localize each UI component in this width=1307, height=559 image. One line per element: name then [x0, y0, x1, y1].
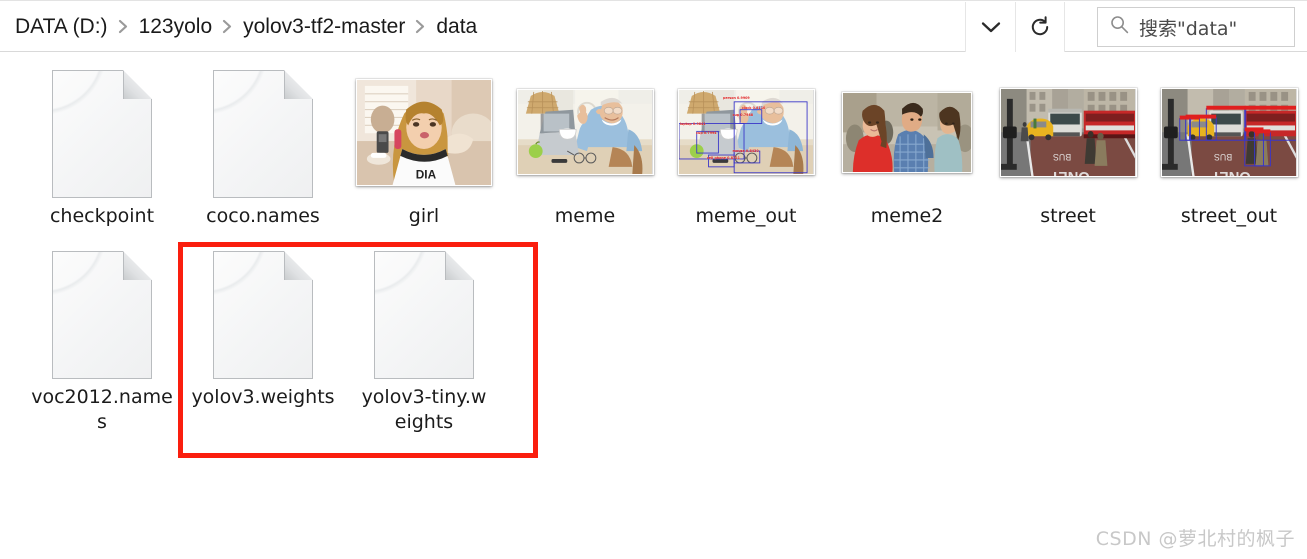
icon-wrap	[374, 247, 475, 379]
file-item-coco-names[interactable]: coco.names	[183, 66, 343, 229]
search-icon	[1110, 15, 1129, 39]
address-bar: DATA (D:) 123yolo yolov3-tf2-master data	[0, 0, 1307, 52]
thumb-wrap: BUS ONLY	[1160, 66, 1298, 198]
blank-document-icon	[374, 250, 475, 379]
photo-thumbnail-meme-out: person 0.9909 clock 0.8110 cup 0.7988 la…	[677, 89, 815, 175]
file-item-street-out[interactable]: BUS ONLY street_out	[1149, 66, 1307, 229]
photo-thumbnail-meme2	[842, 91, 972, 173]
photo-thumbnail-street: BUS ONLY	[999, 87, 1137, 177]
file-label: meme_out	[695, 205, 797, 227]
breadcrumb-item-123yolo[interactable]: 123yolo	[132, 14, 220, 39]
detection-label: cup 0.7994	[696, 131, 717, 136]
svg-text:ONLY: ONLY	[1210, 167, 1250, 176]
thumb-wrap: DIA	[356, 66, 492, 198]
svg-text:ONLY: ONLY	[1049, 167, 1089, 176]
svg-text:BUS: BUS	[1213, 152, 1231, 162]
icon-wrap	[52, 66, 153, 198]
breadcrumb-item-yolov3-tf2-master[interactable]: yolov3-tf2-master	[236, 14, 412, 39]
file-item-yolov3-tiny-weights[interactable]: yolov3-tiny.weights	[344, 247, 504, 435]
file-label: street_out	[1180, 205, 1278, 227]
file-item-voc2012-names[interactable]: voc2012.names	[22, 247, 182, 435]
file-label: yolov3-tiny.weights	[361, 386, 487, 433]
icon-wrap	[213, 66, 314, 198]
chevron-right-icon[interactable]	[412, 19, 429, 34]
blank-document-icon	[213, 250, 314, 379]
detection-label: clock 0.8110	[741, 105, 766, 110]
file-item-meme[interactable]: meme	[505, 66, 665, 229]
blank-document-icon	[52, 69, 153, 198]
watermark: CSDN @萝北村的枫子	[1095, 528, 1295, 550]
chevron-right-icon[interactable]	[219, 19, 236, 34]
detection-label: cell phone 0.8721	[706, 155, 740, 160]
file-grid: checkpoint coco.names DIA girl meme pers…	[0, 52, 1307, 512]
chevron-down-icon	[981, 21, 1001, 34]
thumb-wrap	[516, 66, 654, 198]
photo-thumbnail-street-out: BUS ONLY	[1160, 87, 1298, 177]
blank-document-icon	[52, 250, 153, 379]
file-item-meme2[interactable]: meme2	[827, 66, 987, 229]
file-explorer-window: DATA (D:) 123yolo yolov3-tf2-master data	[0, 0, 1307, 559]
file-label: girl	[408, 205, 440, 227]
detection-label: mouse 0.8430	[732, 148, 759, 153]
icon-wrap	[213, 247, 314, 379]
thumb-wrap: person 0.9909 clock 0.8110 cup 0.7988 la…	[677, 66, 815, 198]
svg-text:BUS: BUS	[1052, 152, 1070, 162]
file-item-street[interactable]: BUS ONLY street	[988, 66, 1148, 229]
refresh-button[interactable]	[1015, 2, 1065, 52]
photo-thumbnail-meme	[516, 89, 654, 175]
svg-text:DIA: DIA	[416, 167, 437, 181]
file-label: yolov3.weights	[191, 386, 335, 408]
detection-label: laptop 0.9841	[679, 121, 706, 126]
breadcrumb-item-drive[interactable]: DATA (D:)	[8, 14, 115, 39]
file-label: checkpoint	[49, 205, 155, 227]
thumb-wrap: BUS ONLY	[999, 66, 1137, 198]
icon-wrap	[52, 247, 153, 379]
file-label: meme	[554, 205, 616, 227]
search-input[interactable]: 搜索"data"	[1097, 7, 1295, 47]
file-item-girl[interactable]: DIA girl	[344, 66, 504, 229]
breadcrumb-item-data[interactable]: data	[429, 14, 484, 39]
blank-document-icon	[213, 69, 314, 198]
file-item-checkpoint[interactable]: checkpoint	[22, 66, 182, 229]
search-placeholder: 搜索"data"	[1139, 17, 1238, 40]
history-dropdown-button[interactable]	[965, 2, 1015, 52]
file-item-meme-out[interactable]: person 0.9909 clock 0.8110 cup 0.7988 la…	[666, 66, 826, 229]
file-label: coco.names	[206, 205, 320, 227]
file-label: meme2	[870, 205, 944, 227]
detection-label: person 0.9909	[723, 95, 750, 100]
file-item-yolov3-weights[interactable]: yolov3.weights	[183, 247, 343, 410]
detection-label: cup 0.7988	[732, 112, 754, 117]
refresh-icon	[1029, 16, 1051, 38]
thumb-wrap	[842, 66, 972, 198]
file-label: voc2012.names	[31, 386, 173, 433]
breadcrumb: DATA (D:) 123yolo yolov3-tf2-master data	[8, 1, 484, 52]
file-label: street	[1040, 205, 1096, 227]
chevron-right-icon[interactable]	[115, 19, 132, 34]
photo-thumbnail-girl: DIA	[356, 78, 492, 186]
